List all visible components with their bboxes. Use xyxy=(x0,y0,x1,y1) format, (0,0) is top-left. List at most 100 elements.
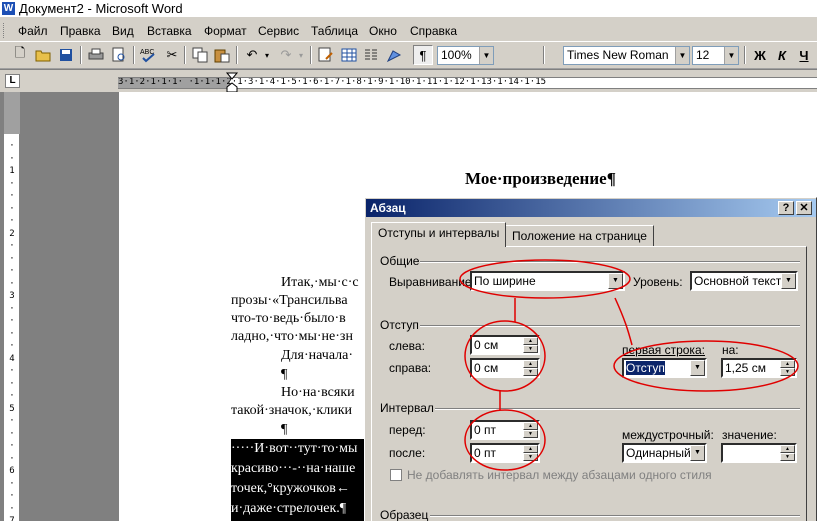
underline-button[interactable]: Ч xyxy=(794,45,814,65)
word-app-icon[interactable]: W xyxy=(2,2,15,15)
indent-right-value: 0 см xyxy=(474,361,499,375)
copy-icon[interactable] xyxy=(190,45,210,65)
menu-view[interactable]: Вид xyxy=(112,24,134,38)
document-line[interactable]: Для·начала· xyxy=(281,348,353,364)
document-line[interactable]: ¶ xyxy=(281,422,287,438)
document-line[interactable]: Итак,·мы·с·с xyxy=(281,275,359,291)
columns-icon[interactable] xyxy=(361,45,381,65)
vertical-ruler[interactable]: · · 1 · · · · 2 · · · · 3 · · · · 4 · · · 5 · · · · 6 · · · 7 xyxy=(4,92,20,521)
no-space-checkbox[interactable] xyxy=(390,469,402,481)
bold-button[interactable]: Ж xyxy=(750,45,770,65)
line-spacing-value: Одинарный xyxy=(626,446,691,460)
insert-hyperlink-icon[interactable] xyxy=(316,45,336,65)
line-spacing-select[interactable]: Одинарный ▼ xyxy=(622,443,707,463)
menu-grip[interactable] xyxy=(3,23,6,38)
document-line[interactable]: такой·значок,·клики xyxy=(231,403,352,419)
menu-tools[interactable]: Сервис xyxy=(258,24,299,38)
line-spacing-at-spinner[interactable]: ▲ ▼ xyxy=(721,443,797,463)
zoom-combo[interactable]: 100% ▼ xyxy=(437,46,494,65)
outline-level-select[interactable]: Основной текст ▼ xyxy=(690,271,798,291)
toolbar-separator xyxy=(543,46,545,64)
menu-window[interactable]: Окно xyxy=(369,24,397,38)
print-preview-icon[interactable] xyxy=(109,45,129,65)
chevron-down-icon[interactable]: ▼ xyxy=(479,47,493,64)
spacing-before-label: перед: xyxy=(389,423,426,437)
menu-format[interactable]: Формат xyxy=(204,24,247,38)
document-line[interactable]: прозы·«Трансильва xyxy=(231,293,348,309)
document-heading[interactable]: Мое·произведение¶ xyxy=(465,169,616,189)
indent-by-value: 1,25 см xyxy=(725,361,766,375)
help-button[interactable]: ? xyxy=(778,201,794,215)
menu-insert[interactable]: Вставка xyxy=(147,24,192,38)
spinner-arrows[interactable]: ▲ ▼ xyxy=(523,360,538,376)
save-icon[interactable] xyxy=(56,45,76,65)
menu-table[interactable]: Таблица xyxy=(311,24,358,38)
group-divider xyxy=(420,325,800,327)
document-line[interactable]: Но·на·всяки xyxy=(281,385,355,401)
spinner-arrows[interactable]: ▲ ▼ xyxy=(780,445,795,461)
menu-edit[interactable]: Правка xyxy=(60,24,101,38)
spacing-after-spinner[interactable]: 0 пт ▲ ▼ xyxy=(470,443,540,463)
font-name-combo[interactable]: Times New Roman ▼ xyxy=(563,46,690,65)
undo-icon[interactable]: ↶ xyxy=(242,45,262,65)
spinner-arrows[interactable]: ▲ ▼ xyxy=(780,360,795,376)
tab-line-page-breaks[interactable]: Положение на странице xyxy=(505,225,654,246)
no-space-label: Не добавлять интервал между абзацами одн… xyxy=(407,468,712,482)
spelling-icon[interactable]: ABC xyxy=(139,45,159,65)
dialog-title-bar[interactable]: Абзац ? ✕ xyxy=(366,199,816,217)
tab-indents-spacing[interactable]: Отступы и интервалы xyxy=(371,222,507,247)
indent-marker-icon[interactable] xyxy=(225,72,239,94)
new-document-icon[interactable]: 🗋 xyxy=(10,45,30,65)
chevron-down-icon[interactable]: ▼ xyxy=(690,445,705,461)
first-line-label: первая строка: xyxy=(622,343,705,357)
indent-right-spinner[interactable]: 0 см ▲ ▼ xyxy=(470,358,540,378)
spinner-arrows[interactable]: ▲ ▼ xyxy=(523,422,538,438)
tables-borders-icon[interactable] xyxy=(339,45,359,65)
font-size-combo[interactable]: 12 ▼ xyxy=(692,46,739,65)
indent-left-spinner[interactable]: 0 см ▲ ▼ xyxy=(470,335,540,355)
undo-dropdown-icon[interactable]: ▾ xyxy=(262,45,272,65)
redo-icon[interactable]: ↷ xyxy=(276,45,296,65)
spacing-before-spinner[interactable]: 0 пт ▲ ▼ xyxy=(470,420,540,440)
spinner-arrows[interactable]: ▲ ▼ xyxy=(523,337,538,353)
document-line[interactable]: ¶ xyxy=(281,367,287,383)
chevron-down-icon[interactable]: ▼ xyxy=(690,360,705,376)
toolbar-separator xyxy=(744,46,746,64)
chevron-down-icon[interactable]: ▼ xyxy=(724,47,738,64)
dialog-title: Абзац xyxy=(370,201,406,215)
horizontal-ruler[interactable]: 3·1·2·1·1·1· ·1·1·1·2·1·3·1·4·1·5·1·6·1·… xyxy=(118,77,817,89)
ruler-row: L 3·1·2·1·1·1· ·1·1·1·2·1·3·1·4·1·5·1·6·… xyxy=(0,70,817,94)
group-divider xyxy=(430,515,800,517)
document-line[interactable]: ладно,·что·мы·не·зн xyxy=(231,329,353,345)
first-line-select[interactable]: Отступ ▼ xyxy=(622,358,707,378)
show-formatting-marks-icon[interactable]: ¶ xyxy=(413,45,433,65)
redo-dropdown-icon[interactable]: ▾ xyxy=(296,45,306,65)
indent-by-spinner[interactable]: 1,25 см ▲ ▼ xyxy=(721,358,797,378)
toolbar-separator xyxy=(310,46,312,64)
spacing-group-label: Интервал xyxy=(380,401,434,415)
print-icon[interactable] xyxy=(86,45,106,65)
line-spacing-label: междустрочный: xyxy=(622,428,714,442)
paragraph-dialog: Абзац ? ✕ Отступы и интервалы Положение … xyxy=(364,197,817,521)
document-line[interactable]: что-то·ведь·было·в xyxy=(231,311,346,327)
menu-help[interactable]: Справка xyxy=(410,24,457,38)
menu-bar: Файл Правка Вид Вставка Формат Сервис Та… xyxy=(0,18,817,42)
indent-right-label: справа: xyxy=(389,361,432,375)
italic-button[interactable]: К xyxy=(772,45,792,65)
cut-icon[interactable]: ✂ xyxy=(162,45,182,65)
chevron-down-icon[interactable]: ▼ xyxy=(608,273,623,289)
alignment-value: По ширине xyxy=(474,274,536,288)
alignment-label: Выравнивание: xyxy=(389,275,475,289)
close-button[interactable]: ✕ xyxy=(796,201,812,215)
spinner-arrows[interactable]: ▲ ▼ xyxy=(523,445,538,461)
paste-icon[interactable] xyxy=(212,45,232,65)
indent-by-label: на: xyxy=(722,343,739,357)
drawing-icon[interactable] xyxy=(384,45,404,65)
title-bar: W Документ2 - Microsoft Word xyxy=(0,0,817,18)
tab-stop-selector[interactable]: L xyxy=(5,74,20,88)
open-folder-icon[interactable] xyxy=(33,45,53,65)
chevron-down-icon[interactable]: ▼ xyxy=(675,47,689,64)
chevron-down-icon[interactable]: ▼ xyxy=(781,273,796,289)
alignment-select[interactable]: По ширине ▼ xyxy=(470,271,625,291)
menu-file[interactable]: Файл xyxy=(18,24,48,38)
